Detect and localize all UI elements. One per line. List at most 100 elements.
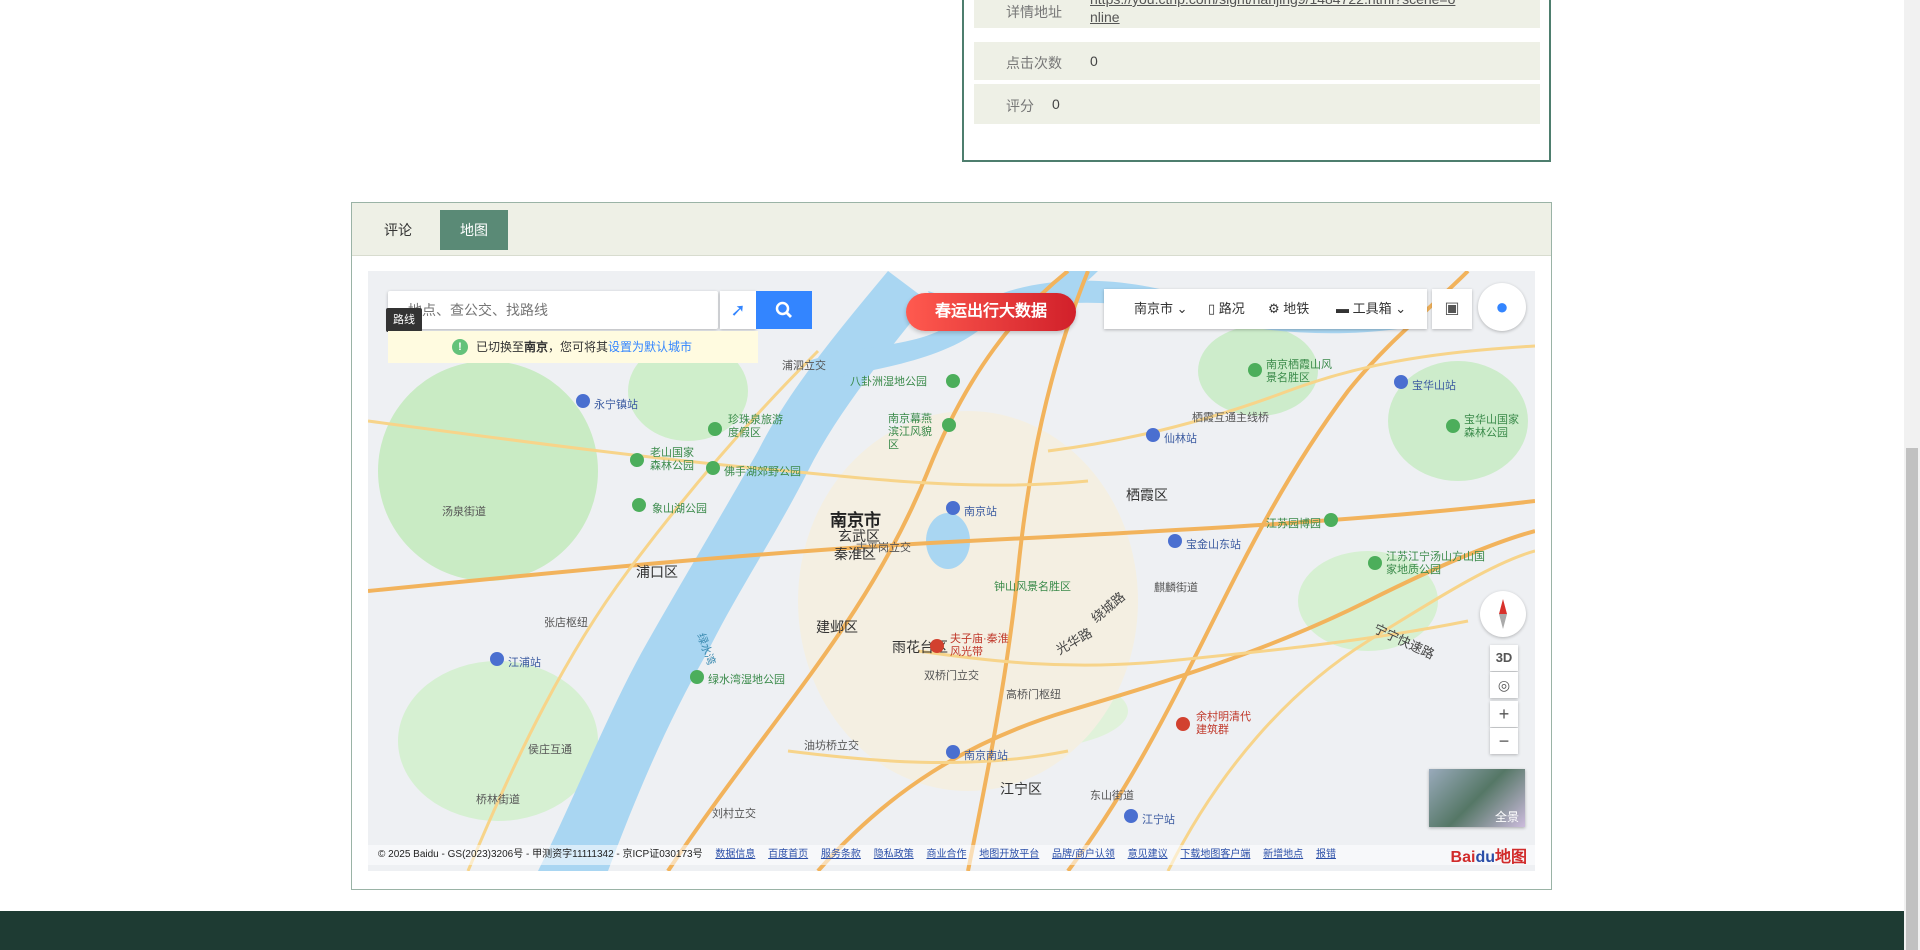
route-tooltip: 路线 bbox=[386, 308, 422, 332]
rating-value: 0 bbox=[1052, 96, 1060, 112]
locate-button[interactable]: ◎ bbox=[1490, 672, 1518, 698]
tabs-bar: 评论 地图 bbox=[352, 203, 1551, 256]
logo-part-a: Bai bbox=[1450, 849, 1476, 866]
baidu-map[interactable]: 南京市 玄武区 秦淮区 建邺区 雨花台区 江宁区 栖霞区 浦口区 八卦洲湿地公园… bbox=[368, 271, 1535, 871]
traffic-label: 路况 bbox=[1218, 301, 1245, 316]
label-district-pukou: 浦口区 bbox=[636, 564, 678, 580]
label-place-21: 江浦站 bbox=[508, 657, 541, 669]
subway-button[interactable]: ⚙ 地铁 bbox=[1268, 289, 1309, 329]
pin-park-icon bbox=[1248, 363, 1262, 377]
message-button[interactable]: ▣ bbox=[1432, 289, 1472, 329]
site-footer bbox=[0, 911, 1904, 950]
spring-travel-banner[interactable]: 春运出行大数据 bbox=[906, 293, 1076, 331]
pin-station-icon bbox=[1124, 809, 1138, 823]
pin-park-icon bbox=[706, 461, 720, 475]
label-place-15: 绿水湾湿地公园 bbox=[708, 674, 785, 686]
pin-station-icon bbox=[946, 745, 960, 759]
clicks-label: 点击次数 bbox=[1006, 55, 1062, 71]
pin-station-icon bbox=[490, 652, 504, 666]
notice-prefix: 已切换至 bbox=[476, 340, 525, 354]
label-place-10: 南京栖霞山风景名胜区 bbox=[1266, 359, 1332, 384]
route-button[interactable]: ➚ bbox=[720, 291, 756, 329]
address-link-line1[interactable]: https://you.ctrip.com/sight/nanjing9/148… bbox=[1090, 0, 1510, 8]
label-place-1: 南京幕燕滨江风貌区 bbox=[888, 413, 932, 451]
pin-station-icon bbox=[946, 501, 960, 515]
search-icon bbox=[775, 301, 792, 318]
locate-icon: ◎ bbox=[1497, 677, 1511, 693]
address-link-line2[interactable]: nline bbox=[1090, 8, 1510, 26]
info-icon: ! bbox=[452, 339, 468, 355]
subway-label: 地铁 bbox=[1283, 301, 1310, 316]
city-selector-label: 南京市 bbox=[1134, 301, 1174, 316]
compass-icon bbox=[1499, 599, 1507, 629]
road-label: 刘村立交 bbox=[712, 808, 756, 820]
footer-link[interactable]: 商业合作 bbox=[926, 849, 966, 860]
tab-comment[interactable]: 评论 bbox=[364, 210, 432, 250]
label-place-17: 老山国家森林公园 bbox=[650, 447, 694, 472]
pin-station-icon bbox=[576, 394, 590, 408]
zoom-out-button[interactable]: − bbox=[1490, 728, 1518, 754]
map-search-button[interactable] bbox=[756, 291, 812, 329]
footer-link[interactable]: 百度首页 bbox=[768, 849, 808, 860]
label-place-7: 仙林站 bbox=[1164, 433, 1197, 445]
chevron-down-icon: ⌄ bbox=[1395, 301, 1407, 316]
user-icon: ● bbox=[1495, 294, 1509, 319]
label-place-12: 江苏江宁汤山方山国家地质公园 bbox=[1386, 551, 1485, 576]
baidu-map-logo[interactable]: Baidu地图 bbox=[1451, 843, 1527, 867]
label-district-jianye: 建邺区 bbox=[816, 619, 858, 635]
scrollbar-thumb[interactable] bbox=[1906, 448, 1918, 950]
panorama-thumbnail[interactable]: 全景 bbox=[1429, 769, 1525, 827]
road-label: 油坊桥立交 bbox=[804, 740, 859, 752]
copyright-text: © 2025 Baidu - GS(2023)3206号 - 甲测资字11111… bbox=[378, 849, 703, 860]
pin-park-icon bbox=[708, 422, 722, 436]
address-value[interactable]: https://you.ctrip.com/sight/nanjing9/148… bbox=[1090, 0, 1510, 26]
footer-link[interactable]: 地图开放平台 bbox=[979, 849, 1039, 860]
label-place-0: 八卦洲湿地公园 bbox=[850, 376, 927, 388]
road-label: 桥林街道 bbox=[476, 794, 520, 806]
attraction-info-panel: 详情地址 https://you.ctrip.com/sight/nanjing… bbox=[962, 0, 1551, 162]
toolbox-label: 工具箱 bbox=[1352, 301, 1392, 316]
rating-label: 评分 bbox=[1006, 98, 1034, 114]
address-label: 详情地址 bbox=[1006, 4, 1062, 20]
city-selector[interactable]: 南京市 ⌄ bbox=[1134, 289, 1188, 329]
toolbox-button[interactable]: ▬ 工具箱 ⌄ bbox=[1336, 289, 1406, 329]
tab-map[interactable]: 地图 bbox=[440, 210, 508, 250]
footer-link[interactable]: 意见建议 bbox=[1128, 849, 1168, 860]
footer-link[interactable]: 新增地点 bbox=[1263, 849, 1303, 860]
compass-control[interactable] bbox=[1480, 591, 1526, 637]
road-label: 东山街道 bbox=[1090, 790, 1134, 802]
footer-link[interactable]: 隐私政策 bbox=[874, 849, 914, 860]
pin-station-icon bbox=[1168, 534, 1182, 548]
label-place-11: 江苏园博园 bbox=[1266, 518, 1321, 530]
footer-link[interactable]: 报错 bbox=[1316, 849, 1336, 860]
notice-middle: ，您可将其 bbox=[548, 340, 609, 354]
zoom-in-button[interactable]: + bbox=[1490, 701, 1518, 727]
label-place-16: 珍珠泉旅游度假区 bbox=[728, 414, 783, 439]
road-label: 浦泗立交 bbox=[782, 360, 826, 372]
pin-park-icon bbox=[946, 374, 960, 388]
info-row-address: 详情地址 https://you.ctrip.com/sight/nanjing… bbox=[974, 0, 1540, 28]
map-copyright-bar: © 2025 Baidu - GS(2023)3206号 - 甲测资字11111… bbox=[368, 845, 1535, 865]
info-row-clicks: 点击次数 0 bbox=[974, 42, 1540, 80]
footer-link[interactable]: 品牌/商户认领 bbox=[1052, 849, 1115, 860]
road-label: 张店枢纽 bbox=[544, 617, 588, 629]
clicks-value: 0 bbox=[1090, 53, 1098, 69]
pin-park-icon bbox=[690, 670, 704, 684]
footer-link[interactable]: 数据信息 bbox=[715, 849, 755, 860]
3d-button[interactable]: 3D bbox=[1490, 645, 1518, 671]
footer-link[interactable]: 下载地图客户端 bbox=[1180, 849, 1250, 860]
pin-park-icon bbox=[632, 498, 646, 512]
label-place-20: 永宁镇站 bbox=[594, 399, 638, 411]
pin-poi-icon bbox=[1176, 717, 1190, 731]
label-place-6: 江宁站 bbox=[1142, 814, 1175, 826]
notice-city: 南京 bbox=[524, 340, 549, 354]
footer-link[interactable]: 服务条款 bbox=[821, 849, 861, 860]
toolbox-icon: ▬ bbox=[1336, 301, 1349, 316]
map-search-input[interactable] bbox=[408, 299, 718, 321]
set-default-city-link[interactable]: 设置为默认城市 bbox=[608, 340, 692, 354]
user-avatar-button[interactable]: ● bbox=[1478, 283, 1526, 331]
info-row-rating: 评分 0 bbox=[974, 84, 1540, 124]
traffic-button[interactable]: ▯ 路况 bbox=[1208, 289, 1245, 329]
pin-park-icon bbox=[942, 418, 956, 432]
road-label: 汤泉街道 bbox=[442, 506, 486, 518]
